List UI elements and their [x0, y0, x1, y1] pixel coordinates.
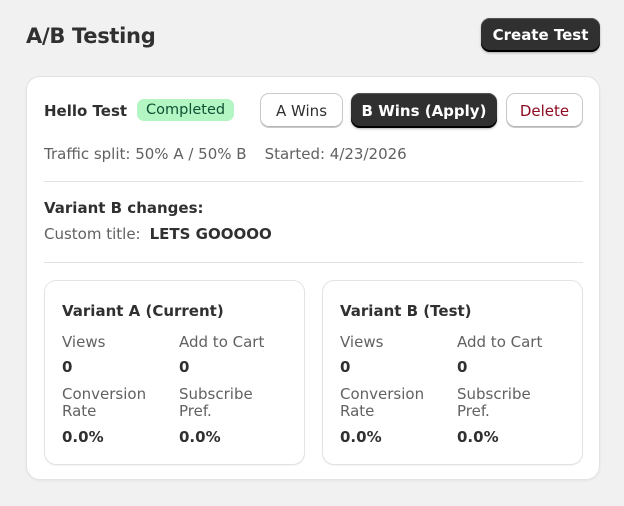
views-value: 0 [62, 358, 73, 376]
subscribe-pref-value: 0.0% [179, 428, 221, 446]
subscribe-pref-label-line2: Pref. [179, 402, 212, 420]
divider [44, 181, 583, 182]
subscribe-pref-label-line1: Subscribe [457, 385, 531, 403]
status-badge: Completed [137, 99, 235, 121]
conversion-rate-label-line1: Conversion [62, 385, 147, 403]
a-wins-button[interactable]: A Wins [260, 93, 343, 128]
subscribe-pref-label-line1: Subscribe [179, 385, 253, 403]
started-date: Started: 4/23/2026 [264, 145, 407, 163]
views-label: Views [62, 333, 106, 351]
conversion-rate-value: 0.0% [62, 428, 104, 446]
subscribe-pref-label: Subscribe Pref. [179, 386, 289, 420]
changes-heading: Variant B changes: [44, 199, 204, 217]
variant-title: Variant B (Test) [340, 302, 472, 320]
change-value: LETS GOOOOO [149, 225, 272, 243]
create-test-button[interactable]: Create Test [481, 18, 600, 52]
test-meta: Traffic split: 50% A / 50% B Started: 4/… [44, 145, 407, 163]
views-label: Views [340, 333, 384, 351]
divider [44, 262, 583, 263]
variant-a-card: Variant A (Current) Views 0 Add to Cart … [44, 280, 305, 465]
page-title: A/B Testing [26, 24, 156, 48]
changes-row: Custom title: LETS GOOOOO [44, 225, 272, 243]
b-wins-apply-button[interactable]: B Wins (Apply) [351, 93, 497, 128]
variant-title: Variant A (Current) [62, 302, 224, 320]
conversion-rate-label: Conversion Rate [62, 386, 172, 420]
test-card: Hello Test Completed A Wins B Wins (Appl… [26, 76, 600, 480]
add-to-cart-value: 0 [179, 358, 190, 376]
subscribe-pref-value: 0.0% [457, 428, 499, 446]
add-to-cart-label: Add to Cart [179, 333, 265, 351]
add-to-cart-label: Add to Cart [457, 333, 543, 351]
conversion-rate-label-line2: Rate [340, 402, 375, 420]
delete-button[interactable]: Delete [506, 93, 583, 128]
subscribe-pref-label-line2: Pref. [457, 402, 490, 420]
views-value: 0 [340, 358, 351, 376]
test-name: Hello Test [44, 102, 128, 120]
traffic-split: Traffic split: 50% A / 50% B [44, 145, 247, 163]
subscribe-pref-label: Subscribe Pref. [457, 386, 567, 420]
change-label: Custom title: [44, 225, 141, 243]
conversion-rate-value: 0.0% [340, 428, 382, 446]
conversion-rate-label-line1: Conversion [340, 385, 425, 403]
conversion-rate-label-line2: Rate [62, 402, 97, 420]
conversion-rate-label: Conversion Rate [340, 386, 450, 420]
variant-b-card: Variant B (Test) Views 0 Add to Cart 0 C… [322, 280, 583, 465]
add-to-cart-value: 0 [457, 358, 468, 376]
